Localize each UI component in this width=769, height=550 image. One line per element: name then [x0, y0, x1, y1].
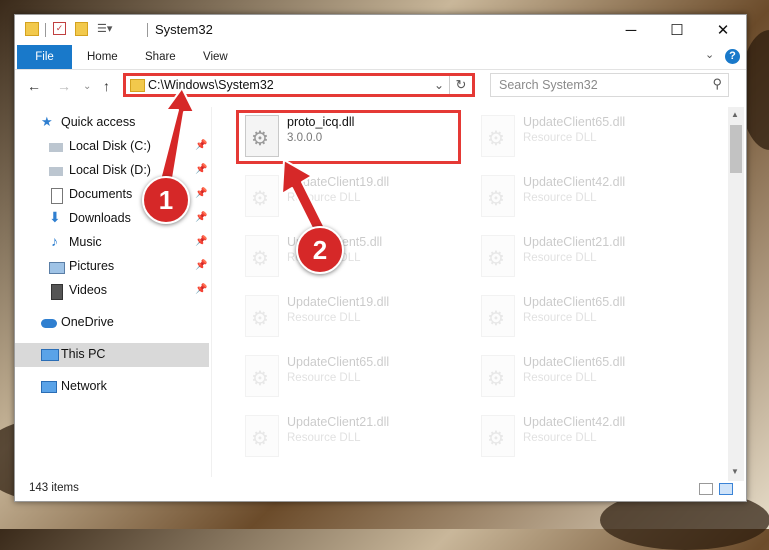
step-badge-1: 1: [142, 176, 190, 224]
step-badge-2: 2: [296, 226, 344, 274]
arrow-1: [159, 87, 195, 185]
annotation-arrows: [159, 87, 329, 241]
